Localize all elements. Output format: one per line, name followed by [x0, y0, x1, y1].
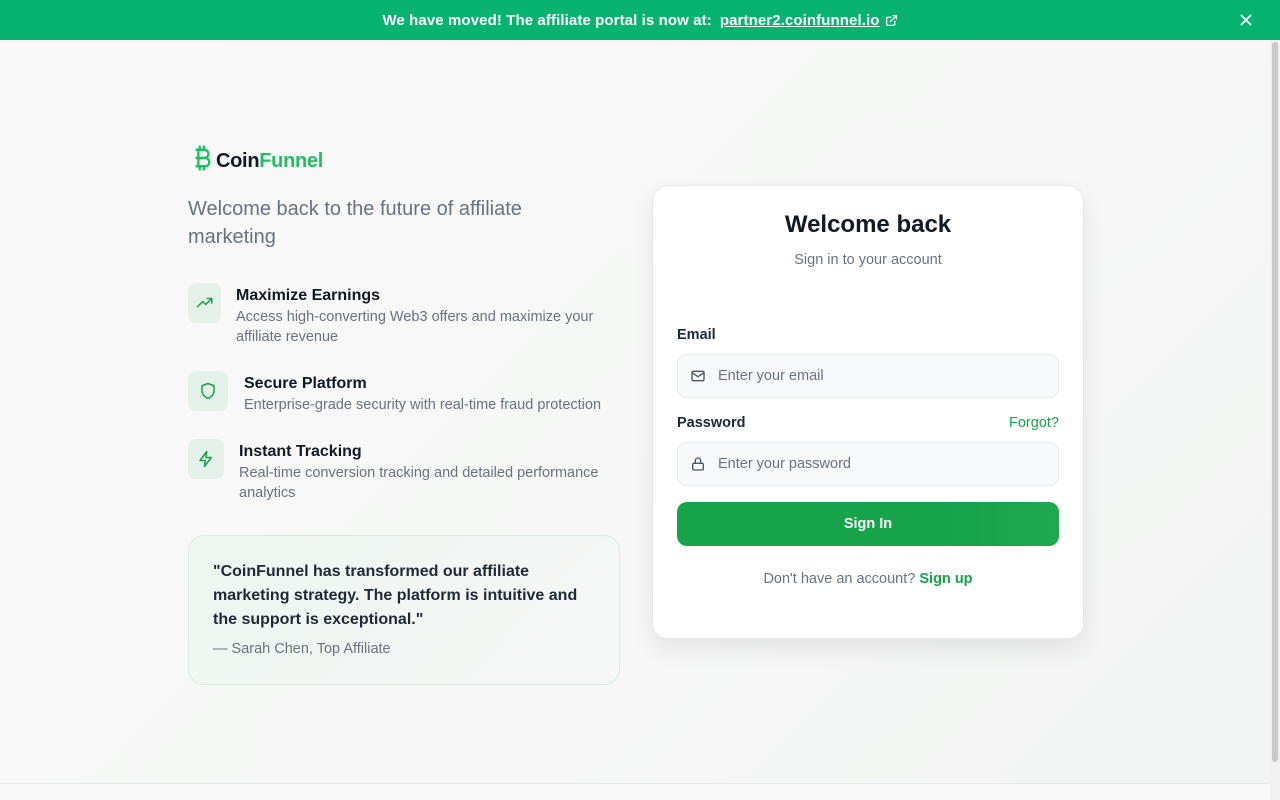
- email-label: Email: [677, 327, 716, 343]
- feature-item-tracking: Instant Tracking Real-time conversion tr…: [188, 439, 619, 503]
- zap-icon: [188, 439, 224, 479]
- feature-description: Enterprise-grade security with real-time…: [244, 397, 602, 413]
- moved-banner: We have moved! The affiliate portal is n…: [0, 0, 1280, 40]
- bitcoin-icon: [191, 144, 213, 178]
- no-account-text: Don't have an account?: [763, 571, 916, 587]
- feature-title: Secure Platform: [244, 375, 367, 392]
- feature-description: Access high-converting Web3 offers and m…: [236, 309, 594, 345]
- banner-text: We have moved! The affiliate portal is n…: [382, 11, 712, 29]
- login-card: Welcome back Sign in to your account Ema…: [652, 185, 1084, 639]
- password-input[interactable]: [718, 456, 1048, 472]
- trending-up-icon: [188, 283, 221, 323]
- email-input[interactable]: [718, 368, 1048, 384]
- mail-icon: [690, 368, 706, 384]
- brand-name-coin: Coin: [216, 149, 260, 172]
- feature-item-security: Secure Platform Enterprise-grade securit…: [188, 371, 624, 415]
- page-scrollbar[interactable]: [1270, 40, 1280, 800]
- password-label: Password: [677, 415, 746, 431]
- brand-logo[interactable]: Coin Funnel: [191, 144, 323, 178]
- lock-icon: [690, 456, 706, 472]
- close-icon[interactable]: [1238, 12, 1254, 28]
- feature-item-earnings: Maximize Earnings Access high-converting…: [188, 283, 616, 347]
- forgot-password-link[interactable]: Forgot?: [1009, 415, 1059, 431]
- email-field[interactable]: [677, 354, 1059, 398]
- sign-in-button[interactable]: Sign In: [677, 502, 1059, 546]
- external-link-icon[interactable]: [885, 14, 898, 27]
- shield-icon: [188, 371, 228, 411]
- password-field[interactable]: [677, 442, 1059, 486]
- hero-tagline: Welcome back to the future of affiliate …: [188, 198, 522, 248]
- scrollbar-thumb[interactable]: [1272, 42, 1278, 762]
- testimonial-card: "CoinFunnel has transformed our affiliat…: [188, 535, 620, 685]
- brand-name-funnel: Funnel: [259, 149, 323, 172]
- login-title: Welcome back: [784, 211, 952, 238]
- banner-portal-link[interactable]: partner2.coinfunnel.io: [720, 12, 880, 29]
- login-subtitle: Sign in to your account: [794, 252, 942, 268]
- testimonial-quote: "CoinFunnel has transformed our affiliat…: [213, 563, 578, 628]
- feature-title: Instant Tracking: [239, 443, 362, 460]
- sign-up-link[interactable]: Sign up: [919, 571, 972, 587]
- signup-prompt: Don't have an account? Sign up: [653, 571, 1083, 587]
- testimonial-author: — Sarah Chen, Top Affiliate: [213, 641, 391, 657]
- feature-description: Real-time conversion tracking and detail…: [239, 465, 599, 501]
- footer-divider: [0, 783, 1270, 784]
- feature-title: Maximize Earnings: [236, 287, 381, 304]
